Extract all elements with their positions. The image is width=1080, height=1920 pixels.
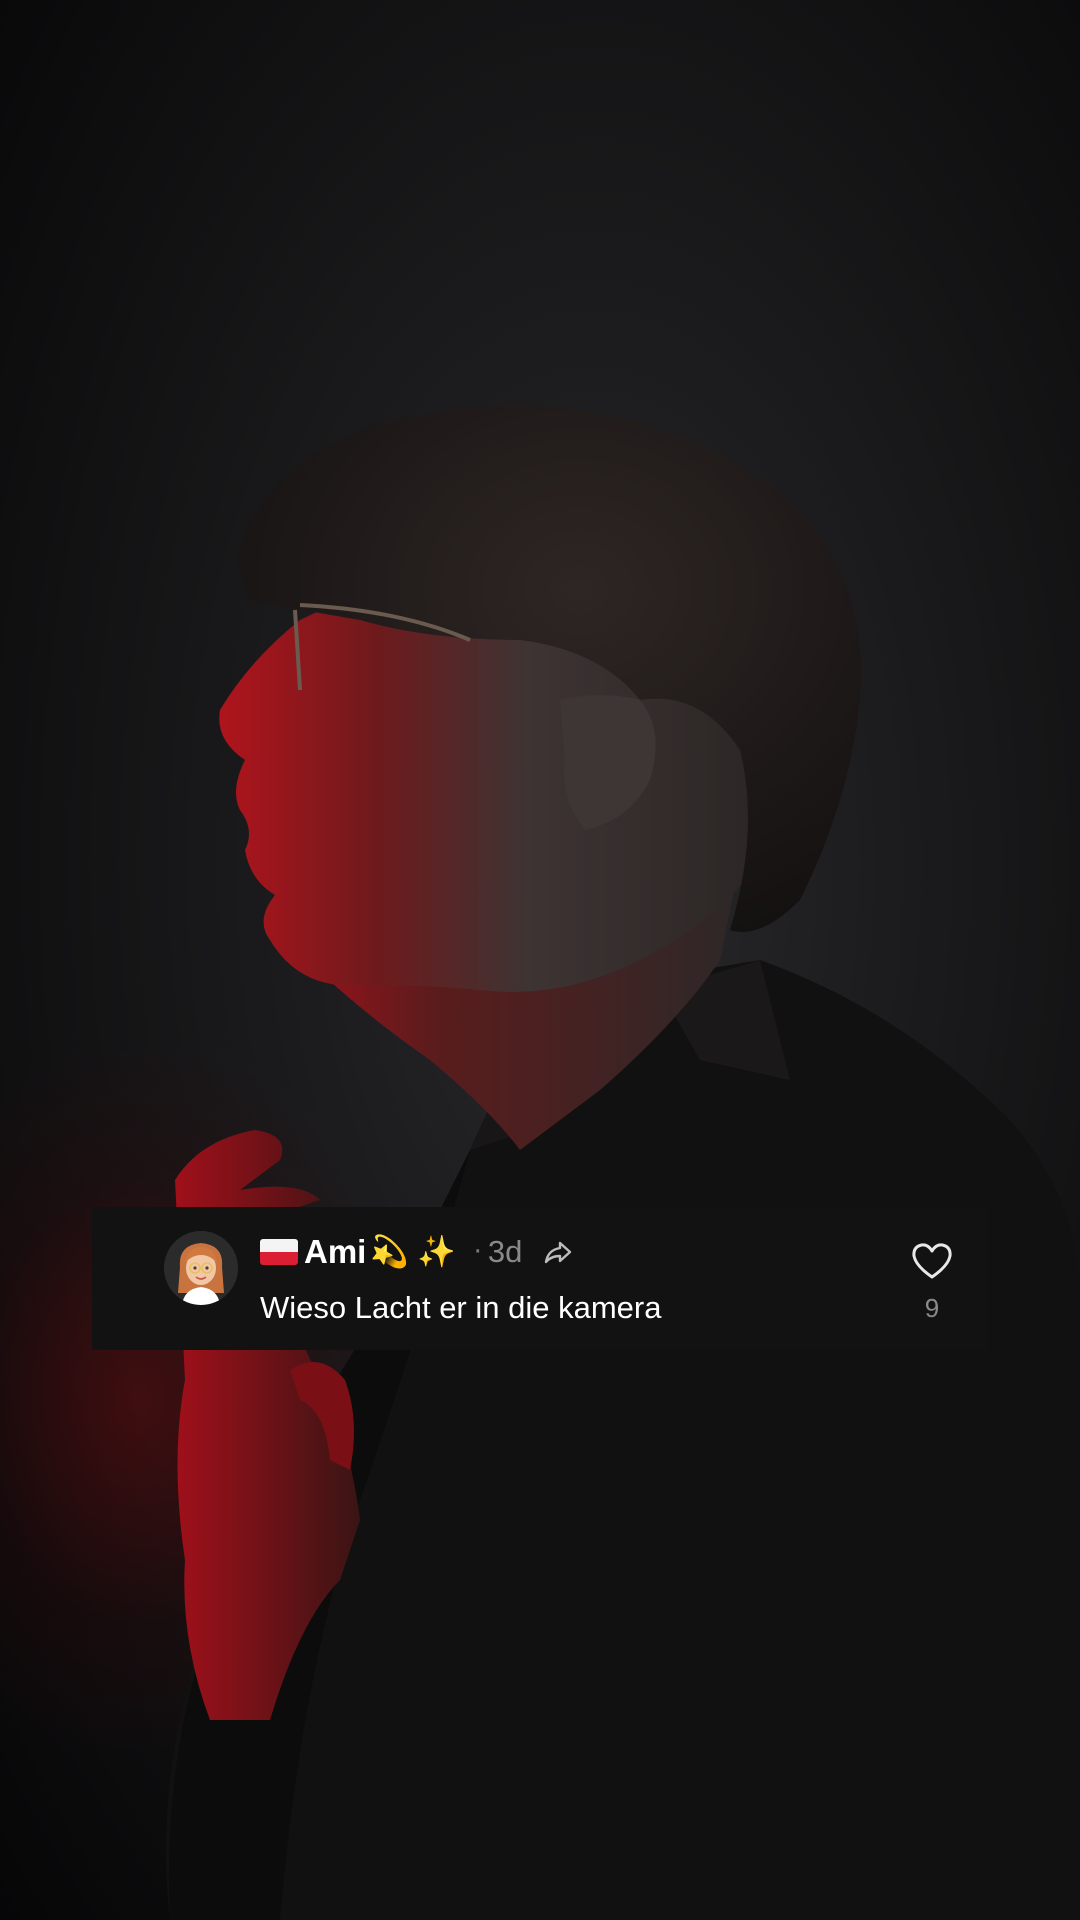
pinned-comment-card[interactable]: Ami 💫 ✨ · 3d Wieso Lacht er in die kamer… — [92, 1207, 987, 1350]
dizzy-emoji: 💫 — [370, 1233, 409, 1270]
meta-separator: · — [473, 1237, 482, 1267]
commenter-username[interactable]: Ami — [304, 1233, 366, 1271]
sparkles-emoji: ✨ — [416, 1233, 456, 1270]
heart-outline-icon — [912, 1243, 952, 1279]
comment-timestamp: 3d — [487, 1234, 523, 1269]
memoji-avatar-icon — [164, 1231, 238, 1305]
poland-flag-icon — [260, 1239, 298, 1265]
like-button[interactable] — [910, 1241, 954, 1281]
like-count: 9 — [924, 1293, 940, 1323]
video-screen[interactable]: Ami 💫 ✨ · 3d Wieso Lacht er in die kamer… — [0, 0, 1080, 1920]
share-arrow-icon[interactable] — [542, 1236, 574, 1268]
commenter-avatar[interactable] — [164, 1231, 238, 1305]
comment-header: Ami 💫 ✨ · 3d — [260, 1229, 574, 1275]
video-frame-portrait — [166, 405, 1080, 1920]
comment-body: Wieso Lacht er in die kamera — [260, 1290, 662, 1325]
